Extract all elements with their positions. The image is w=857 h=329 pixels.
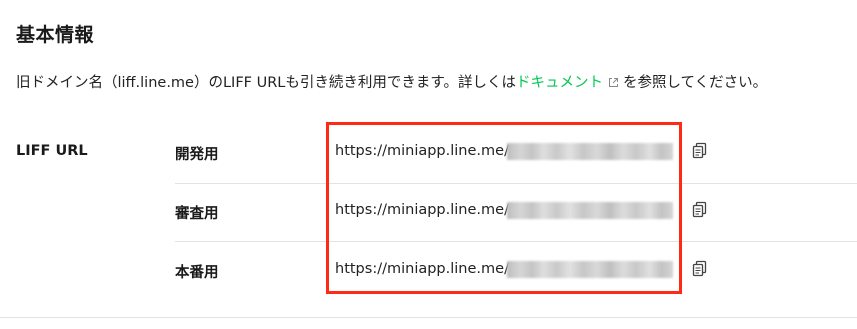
env-label-production: 本番用 <box>175 265 219 281</box>
description-text-before: 旧ドメイン名（liff.line.me）のLIFF URLも引き続き利用できます… <box>16 75 516 91</box>
redacted-liff-id <box>507 143 673 160</box>
section-bottom-divider <box>0 317 857 318</box>
liff-url-row-review: 審査用 https://miniapp.line.me/ <box>175 182 857 240</box>
env-label-development: 開発用 <box>175 147 219 163</box>
liff-url-review: https://miniapp.line.me/ <box>335 202 509 218</box>
documentation-link[interactable]: ドキュメント <box>516 75 603 91</box>
redacted-liff-id <box>507 261 673 278</box>
env-label-review: 審査用 <box>175 206 219 222</box>
liff-url-production: https://miniapp.line.me/ <box>335 261 509 277</box>
copy-icon[interactable] <box>691 200 709 220</box>
description-text-after: を参照してください。 <box>622 75 768 91</box>
external-link-icon[interactable] <box>608 76 619 92</box>
liff-url-header: LIFF URL <box>16 143 88 159</box>
liff-url-development: https://miniapp.line.me/ <box>335 143 509 159</box>
liff-url-row-production: 本番用 https://miniapp.line.me/ <box>175 241 857 299</box>
liff-url-row-development: 開発用 https://miniapp.line.me/ <box>175 123 857 181</box>
section-title: 基本情報 <box>16 24 95 46</box>
copy-icon[interactable] <box>691 259 709 279</box>
description: 旧ドメイン名（liff.line.me）のLIFF URLも引き続き利用できます… <box>16 71 767 92</box>
redacted-liff-id <box>507 202 673 219</box>
copy-icon[interactable] <box>691 141 709 161</box>
